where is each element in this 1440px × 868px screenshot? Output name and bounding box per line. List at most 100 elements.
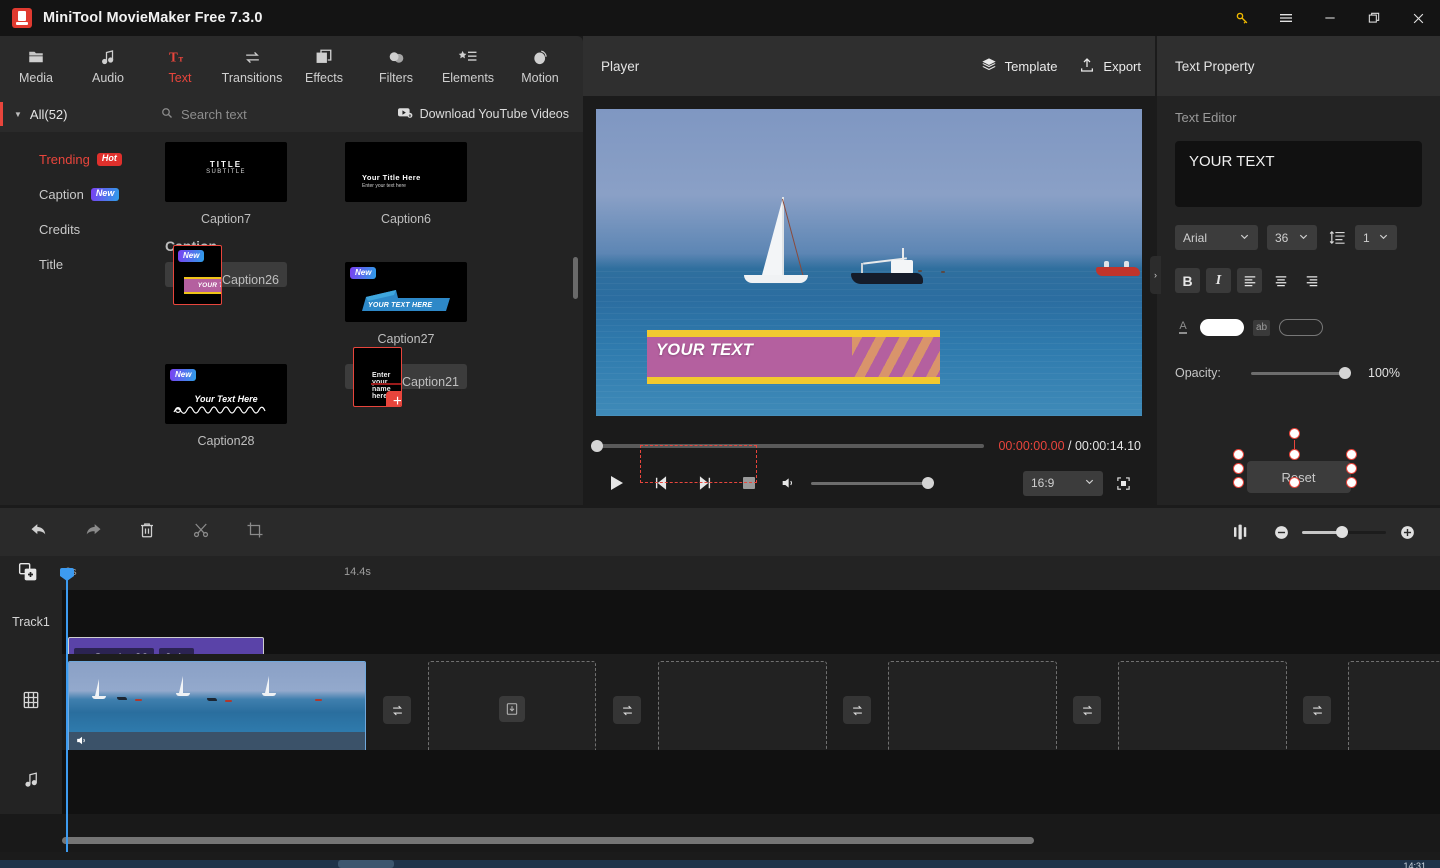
template-card-caption7[interactable]: TITLE SUBTITLE Caption7 — [165, 142, 287, 226]
template-scrollbar[interactable] — [573, 257, 578, 299]
undo-button[interactable] — [12, 508, 66, 556]
collapse-panel-handle[interactable]: › — [1150, 256, 1161, 294]
timeline-track-video[interactable] — [62, 654, 1440, 757]
video-clip[interactable] — [68, 661, 366, 757]
export-button[interactable]: Export — [1079, 57, 1141, 76]
resize-handle-br[interactable] — [1346, 477, 1357, 488]
seek-knob[interactable] — [591, 440, 603, 452]
transition-slot-4[interactable] — [1073, 696, 1101, 724]
template-thumbnail: Enter your name here + — [353, 346, 402, 407]
template-card-caption27[interactable]: New YOUR TEXT HERE Caption27 — [345, 262, 467, 346]
timeline-ruler[interactable]: 0s 14.4s — [0, 556, 1440, 590]
text-overlay[interactable]: YOUR TEXT — [647, 330, 940, 384]
volume-knob[interactable] — [922, 477, 934, 489]
resize-handle-tr[interactable] — [1346, 449, 1357, 460]
category-item-credits[interactable]: Credits — [0, 212, 145, 247]
resize-handle-tl[interactable] — [1233, 449, 1244, 460]
tab-elements[interactable]: Elements — [432, 47, 504, 85]
zoom-slider[interactable] — [1302, 526, 1386, 538]
delete-button[interactable] — [120, 508, 174, 556]
align-center-button[interactable] — [1268, 268, 1293, 293]
tab-transitions[interactable]: Transitions — [216, 47, 288, 85]
category-item-caption[interactable]: Caption New — [0, 177, 145, 212]
font-size-select[interactable]: 36 — [1267, 225, 1317, 250]
tab-media[interactable]: Media — [0, 47, 72, 85]
timeline-track-audio[interactable] — [62, 750, 1440, 814]
play-icon[interactable] — [595, 468, 639, 498]
maximize-icon[interactable] — [1352, 0, 1396, 36]
resize-handle-bl[interactable] — [1233, 477, 1244, 488]
media-placeholder-5[interactable] — [1348, 661, 1440, 757]
resize-handle-tm[interactable] — [1289, 449, 1300, 460]
rotation-handle[interactable] — [1289, 428, 1300, 439]
category-item-trending[interactable]: Trending Hot — [0, 142, 145, 177]
split-button[interactable] — [174, 508, 228, 556]
transition-slot-3[interactable] — [843, 696, 871, 724]
outline-color-swatch[interactable] — [1279, 319, 1323, 336]
resize-handle-ml[interactable] — [1233, 463, 1244, 474]
opacity-row: Opacity: 100% — [1157, 336, 1440, 380]
resize-handle-bm[interactable] — [1289, 477, 1300, 488]
volume-slider[interactable] — [811, 477, 934, 489]
download-youtube-button[interactable]: Download YouTube Videos — [397, 107, 569, 122]
media-placeholder-4[interactable] — [1118, 661, 1287, 757]
text-color-swatch[interactable] — [1200, 319, 1244, 336]
crop-button[interactable] — [228, 508, 282, 556]
clip-dinghy — [315, 699, 322, 701]
italic-button[interactable]: I — [1206, 268, 1231, 293]
resize-handle-mr[interactable] — [1346, 463, 1357, 474]
menu-icon[interactable] — [1264, 0, 1308, 36]
transition-slot-5[interactable] — [1303, 696, 1331, 724]
template-card-caption26[interactable]: New YOUR TEXT HERE Caption26 — [165, 244, 287, 305]
transition-slot-2[interactable] — [613, 696, 641, 724]
reset-button[interactable]: Reset — [1246, 461, 1351, 493]
line-height-select[interactable]: 1 — [1355, 225, 1397, 250]
opacity-slider[interactable] — [1251, 367, 1351, 379]
category-all[interactable]: ▼ All(52) — [0, 96, 145, 132]
minimize-icon[interactable] — [1308, 0, 1352, 36]
media-placeholder-1[interactable] — [428, 661, 596, 757]
redo-button[interactable] — [66, 508, 120, 556]
tab-filters[interactable]: Filters — [360, 47, 432, 85]
trash-icon — [138, 521, 156, 544]
font-family-select[interactable]: Arial — [1175, 225, 1258, 250]
taskbar-active-app[interactable] — [338, 860, 394, 868]
zoom-out-icon[interactable] — [1262, 524, 1300, 541]
tab-effects[interactable]: Effects — [288, 47, 360, 85]
playhead[interactable] — [66, 578, 68, 852]
add-template-button[interactable]: + — [386, 390, 401, 406]
template-card-caption28[interactable]: New Your Text Here Caption28 — [165, 364, 287, 448]
template-button[interactable]: Template — [981, 57, 1057, 76]
fit-timeline-icon[interactable] — [1224, 524, 1262, 540]
template-grid[interactable]: TITLE SUBTITLE Caption7 Your Title Here … — [145, 132, 583, 505]
bold-button[interactable]: B — [1175, 268, 1200, 293]
tab-text[interactable]: Tт Text — [144, 47, 216, 85]
tab-audio[interactable]: Audio — [72, 47, 144, 85]
text-editor-input[interactable]: YOUR TEXT — [1175, 141, 1422, 207]
align-right-button[interactable] — [1299, 268, 1324, 293]
key-icon[interactable] — [1220, 0, 1264, 36]
zoom-slider-knob[interactable] — [1336, 526, 1348, 538]
fullscreen-icon[interactable] — [1103, 468, 1143, 498]
timeline-hscroll-track[interactable] — [62, 837, 1432, 844]
media-placeholder-2[interactable] — [658, 661, 827, 757]
timeline-track-1[interactable]: T Caption26 9.4s — [62, 590, 1440, 679]
search-input[interactable] — [181, 106, 384, 122]
template-card-caption21[interactable]: Enter your name here + Caption21 — [345, 346, 467, 407]
align-left-button[interactable] — [1237, 268, 1262, 293]
add-media-icon[interactable] — [18, 562, 38, 587]
export-upload-icon — [1079, 57, 1095, 76]
transition-slot-1[interactable] — [383, 696, 411, 724]
tab-motion[interactable]: Motion — [504, 47, 576, 85]
template-card-caption6[interactable]: Your Title Here Enter your text here Cap… — [345, 142, 467, 226]
media-placeholder-3[interactable] — [888, 661, 1057, 757]
volume-icon[interactable] — [775, 468, 801, 498]
timeline-hscroll-thumb[interactable] — [62, 837, 1034, 844]
category-item-title[interactable]: Title — [0, 247, 145, 282]
video-preview[interactable]: YOUR TEXT — [596, 109, 1142, 416]
aspect-ratio-select[interactable]: 16:9 — [1023, 470, 1103, 496]
film-strip-icon — [21, 690, 41, 715]
close-icon[interactable] — [1396, 0, 1440, 36]
opacity-knob[interactable] — [1339, 367, 1351, 379]
zoom-in-icon[interactable] — [1388, 524, 1426, 541]
